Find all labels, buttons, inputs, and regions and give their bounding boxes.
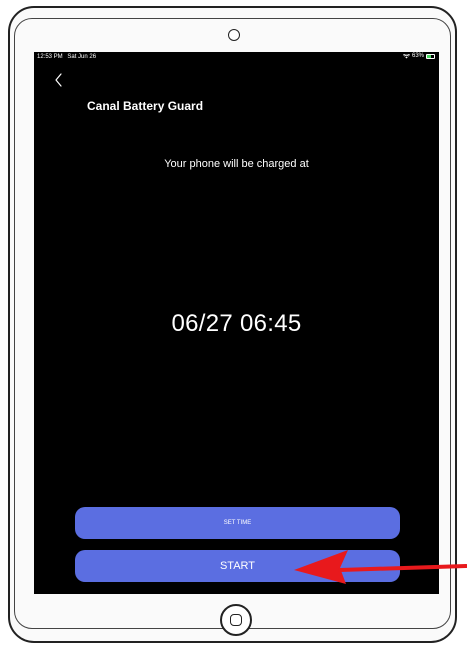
home-button[interactable] [220, 604, 252, 636]
back-button[interactable] [52, 72, 66, 88]
start-button[interactable]: START [75, 550, 400, 582]
status-date: Sat Jun 26 [67, 54, 97, 60]
app-screen: 12:53 PM Sat Jun 26 63% Canal Battery Gu… [34, 52, 439, 594]
charge-subtitle: Your phone will be charged at [164, 158, 309, 170]
battery-percent: 63% [411, 53, 424, 59]
battery-icon [426, 53, 435, 59]
front-camera [228, 29, 240, 41]
chevron-left-icon [55, 73, 62, 87]
status-clock: 12:53 PM [37, 54, 63, 60]
battery-level [427, 54, 432, 58]
status-time: 12:53 PM Sat Jun 26 [37, 54, 96, 60]
screenshot-canvas: 12:53 PM Sat Jun 26 63% Canal Battery Gu… [0, 0, 467, 649]
status-indicators: 63% [402, 53, 435, 59]
wifi-icon [402, 53, 410, 58]
home-button-square [230, 614, 242, 626]
page-title: Canal Battery Guard [87, 99, 204, 113]
status-bar: 12:53 PM Sat Jun 26 63% [34, 52, 439, 64]
charge-time-display: 06/27 06:45 [171, 310, 302, 337]
set-time-button[interactable]: SET TIME [75, 507, 400, 539]
